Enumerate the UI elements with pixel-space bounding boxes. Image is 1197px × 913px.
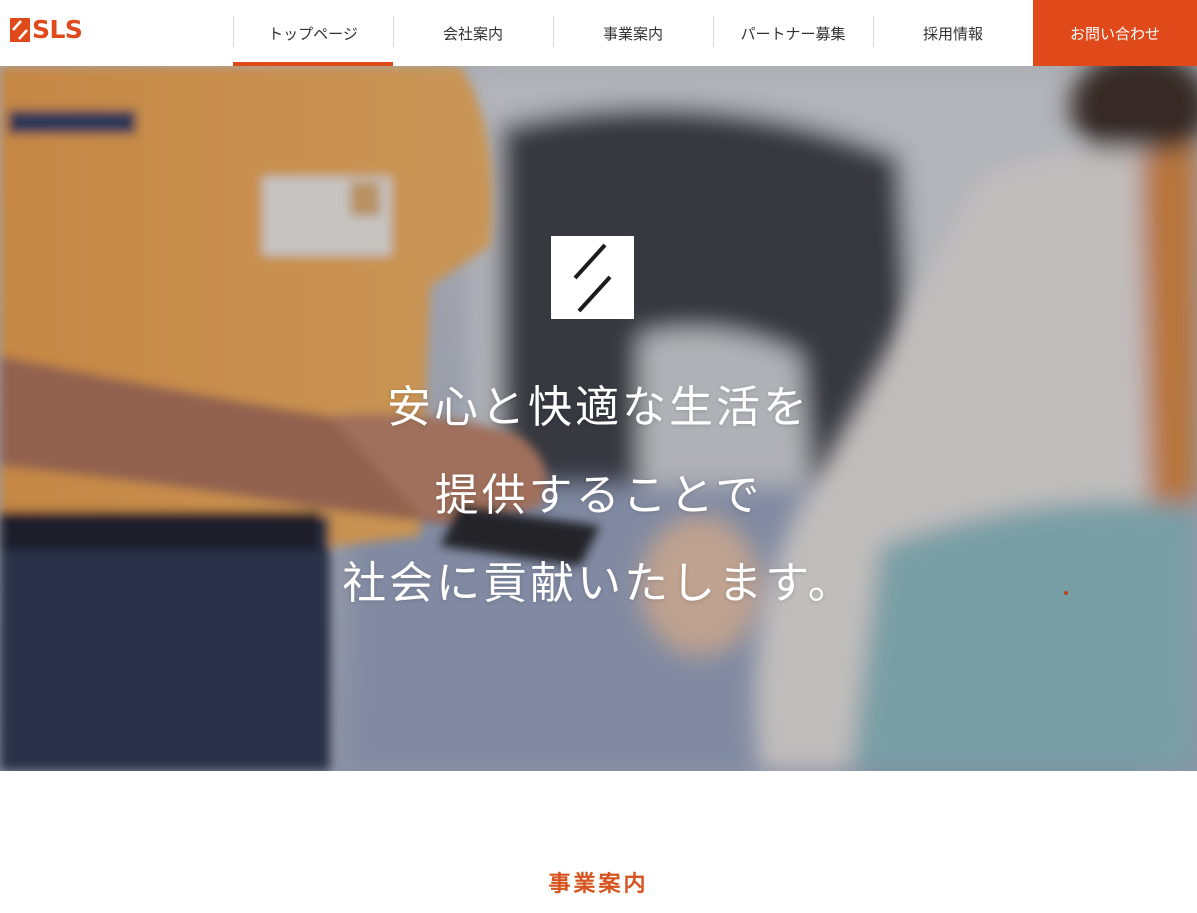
logo-text: SLS [32,15,83,44]
nav-item-business[interactable]: 事業案内 [553,0,713,66]
nav-item-top[interactable]: トップページ [233,0,393,66]
nav-item-recruit[interactable]: 採用情報 [873,0,1033,66]
nav-item-company[interactable]: 会社案内 [393,0,553,66]
slash-emblem-icon [551,236,634,319]
site-logo[interactable]: SLS [10,15,83,45]
global-nav: トップページ 会社案内 事業案内 パートナー募集 採用情報 [233,0,1033,66]
logo-mark-icon [10,18,30,42]
hero-tagline-line-1: 安心と快適な生活を [387,382,810,433]
hero-section: 安心と快適な生活を 提供することで 社会に貢献いたします。 [0,66,1197,771]
nav-item-partner[interactable]: パートナー募集 [713,0,873,66]
section-title-business: 事業案内 [548,872,649,897]
site-header: SLS トップページ 会社案内 事業案内 パートナー募集 採用情報 お問い合わせ [0,0,1197,66]
contact-button[interactable]: お問い合わせ [1033,0,1197,66]
hero-tagline-line-2: 提供することで [434,470,763,521]
hero-tagline: 安心と快適な生活を 提供することで 社会に貢献いたします。 [0,364,1197,628]
hero-tagline-line-3: 社会に貢献いたします。 [342,558,855,609]
